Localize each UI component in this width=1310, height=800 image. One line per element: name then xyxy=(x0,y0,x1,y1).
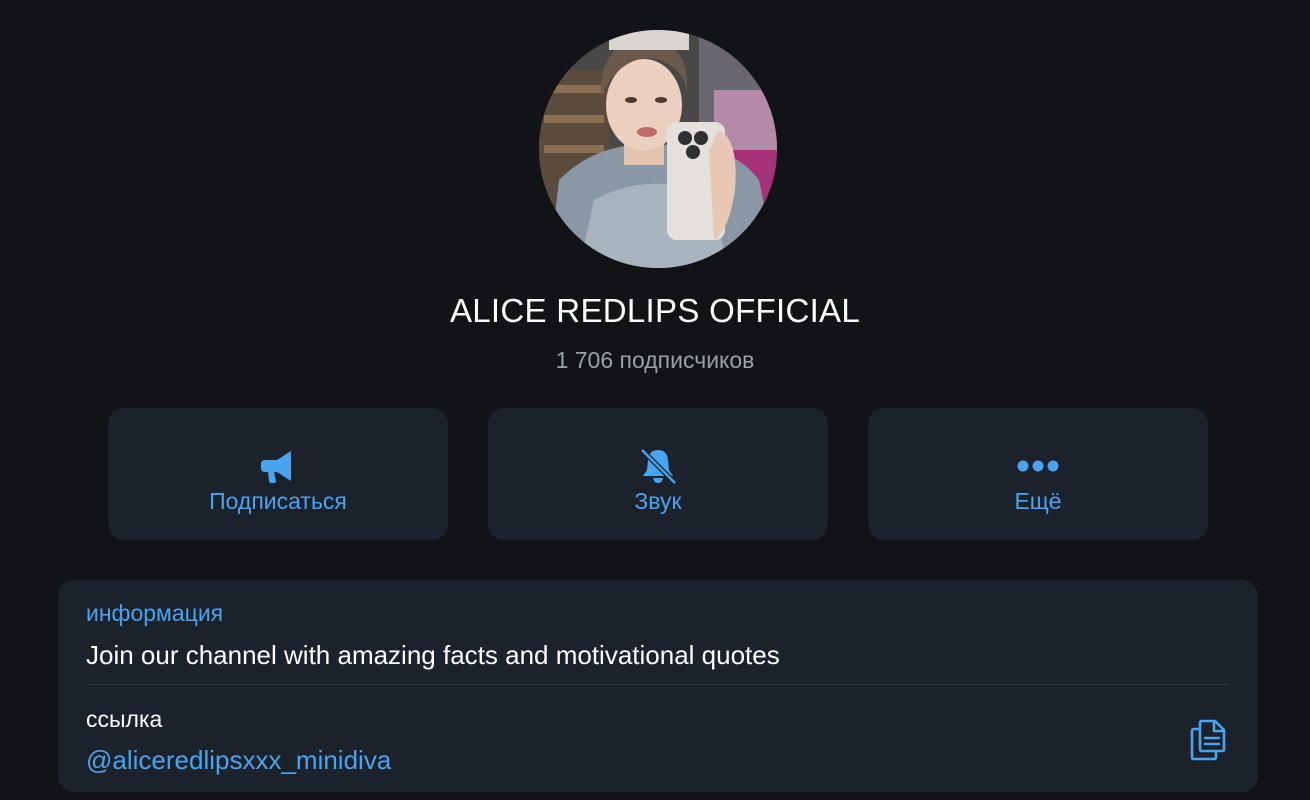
subscribe-button[interactable]: Подписаться xyxy=(108,408,448,540)
bell-muted-icon xyxy=(488,444,828,488)
copy-icon xyxy=(1190,719,1226,761)
link-heading: ссылка xyxy=(86,706,163,732)
divider xyxy=(86,684,1230,685)
channel-title: ALICE REDLIPS OFFICIAL xyxy=(449,292,861,329)
more-button[interactable]: Ещё xyxy=(868,408,1208,540)
subscribe-label: Подписаться xyxy=(209,488,347,514)
channel-avatar[interactable] xyxy=(539,30,777,268)
channel-link[interactable]: @aliceredlipsxxx_minidiva xyxy=(86,745,391,776)
avatar-photo xyxy=(539,30,777,268)
sound-button[interactable]: Звук xyxy=(488,408,828,540)
megaphone-icon xyxy=(108,444,448,488)
subscriber-count: 1 706 подписчиков xyxy=(555,347,755,373)
info-card: информация Join our channel with amazing… xyxy=(58,580,1258,792)
copy-link-button[interactable] xyxy=(1184,714,1232,766)
more-dots-icon xyxy=(868,444,1208,488)
more-label: Ещё xyxy=(1014,488,1062,514)
channel-description: Join our channel with amazing facts and … xyxy=(86,640,780,670)
sound-label: Звук xyxy=(634,488,682,514)
info-heading: информация xyxy=(86,600,224,626)
